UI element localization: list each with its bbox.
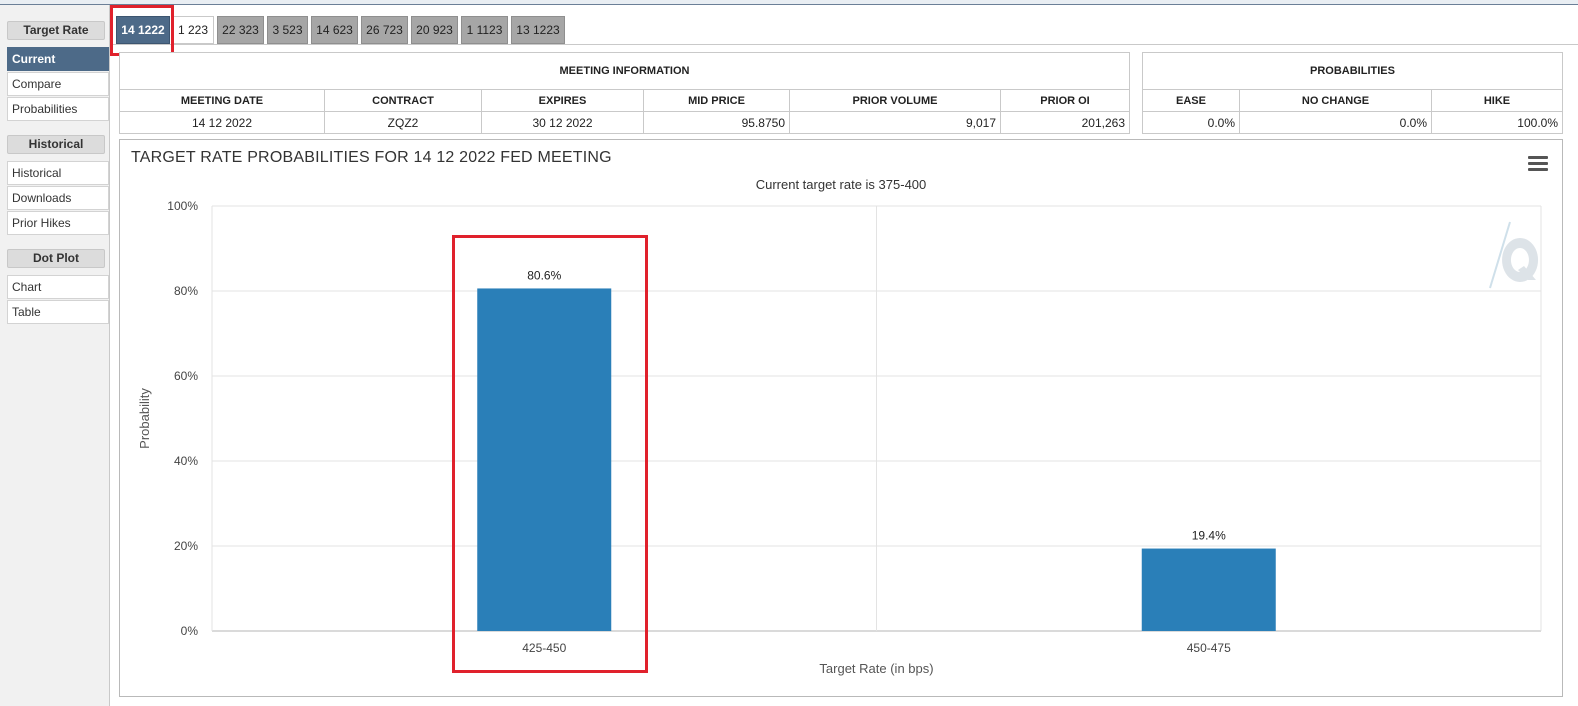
cell-prior-oi: 201,263 [1000, 111, 1130, 134]
col-expires: EXPIRES [481, 89, 644, 112]
tab-meeting-2[interactable]: 22 323 [217, 16, 264, 44]
x-tick-label: 450-475 [1187, 641, 1231, 655]
cell-mid-price: 95.8750 [643, 111, 790, 134]
col-contract: CONTRACT [324, 89, 482, 112]
sidebar-heading-dot-plot: Dot Plot [7, 249, 105, 268]
cell-ease: 0.0% [1142, 111, 1240, 134]
col-prior-oi: PRIOR OI [1000, 89, 1130, 112]
table-row: 14 12 2022 ZQZ2 30 12 2022 95.8750 9,017… [119, 111, 1130, 134]
cell-meeting-date: 14 12 2022 [119, 111, 325, 134]
sidebar-item-probabilities[interactable]: Probabilities [7, 97, 109, 121]
x-axis-title: Target Rate (in bps) [819, 661, 933, 676]
y-tick-label: 40% [174, 454, 198, 468]
y-tick-label: 80% [174, 284, 198, 298]
y-tick-label: 20% [174, 539, 198, 553]
chart-panel: 0% 20% 40% 60% 80% 100% 80.6% 425-450 19.4% 450-4… [119, 139, 1563, 697]
meeting-info-title: MEETING INFORMATION [119, 52, 1130, 90]
q-watermark-logo [1489, 221, 1539, 289]
sidebar-item-compare[interactable]: Compare [7, 72, 109, 96]
tab-meeting-7[interactable]: 1 1123 [461, 16, 508, 44]
tab-meeting-4[interactable]: 14 623 [311, 16, 358, 44]
cell-no-change: 0.0% [1239, 111, 1432, 134]
sidebar-item-current[interactable]: Current [7, 47, 109, 71]
y-axis-title: Probability [137, 388, 152, 449]
sidebar-heading-target-rate: Target Rate [7, 21, 105, 40]
cell-prior-volume: 9,017 [789, 111, 1001, 134]
sidebar-item-historical[interactable]: Historical [7, 161, 109, 185]
sidebar-item-downloads[interactable]: Downloads [7, 186, 109, 210]
tab-meeting-1[interactable]: 1 223 [172, 16, 214, 44]
meeting-tab-bar: 14 1222 1 223 22 323 3 523 14 623 26 723… [110, 5, 1578, 45]
probabilities-table: PROBABILITIES EASE NO CHANGE HIKE 0.0% 0… [1142, 52, 1563, 134]
chart-title: TARGET RATE PROBABILITIES FOR 14 12 2022… [131, 149, 612, 166]
hamburger-menu-icon[interactable] [1528, 156, 1548, 171]
sidebar-item-prior-hikes[interactable]: Prior Hikes [7, 211, 109, 235]
table-row: 0.0% 0.0% 100.0% [1142, 111, 1563, 134]
tab-meeting-8[interactable]: 13 1223 [511, 16, 565, 44]
tab-meeting-6[interactable]: 20 923 [411, 16, 458, 44]
col-meeting-date: MEETING DATE [119, 89, 325, 112]
data-label: 80.6% [527, 268, 561, 282]
col-mid-price: MID PRICE [643, 89, 790, 112]
sidebar-heading-historical: Historical [7, 135, 105, 154]
data-label: 19.4% [1192, 529, 1226, 543]
cell-hike: 100.0% [1431, 111, 1563, 134]
tab-meeting-0[interactable]: 14 1222 [116, 16, 170, 44]
y-tick-label: 0% [181, 624, 199, 638]
sidebar: Target Rate Current Compare Probabilitie… [0, 5, 110, 706]
meeting-info-table: MEETING INFORMATION MEETING DATE CONTRAC… [119, 52, 1130, 134]
bar-450-475 [1141, 548, 1276, 631]
y-tick-label: 60% [174, 369, 198, 383]
x-tick-label: 425-450 [522, 641, 566, 655]
sidebar-item-table[interactable]: Table [7, 300, 109, 324]
col-hike: HIKE [1431, 89, 1563, 112]
tab-meeting-5[interactable]: 26 723 [361, 16, 408, 44]
cell-expires: 30 12 2022 [481, 111, 644, 134]
col-prior-volume: PRIOR VOLUME [789, 89, 1001, 112]
sidebar-item-chart[interactable]: Chart [7, 275, 109, 299]
probabilities-title: PROBABILITIES [1142, 52, 1563, 90]
chart-subtitle: Current target rate is 375-400 [755, 177, 927, 192]
probability-chart: 0% 20% 40% 60% 80% 100% 80.6% 425-450 19.4% 450-4… [137, 199, 1542, 676]
tab-meeting-3[interactable]: 3 523 [267, 16, 308, 44]
y-tick-label: 100% [167, 199, 198, 213]
col-no-change: NO CHANGE [1239, 89, 1432, 112]
cell-contract: ZQZ2 [324, 111, 482, 134]
bar-425-450 [477, 288, 612, 631]
col-ease: EASE [1142, 89, 1240, 112]
